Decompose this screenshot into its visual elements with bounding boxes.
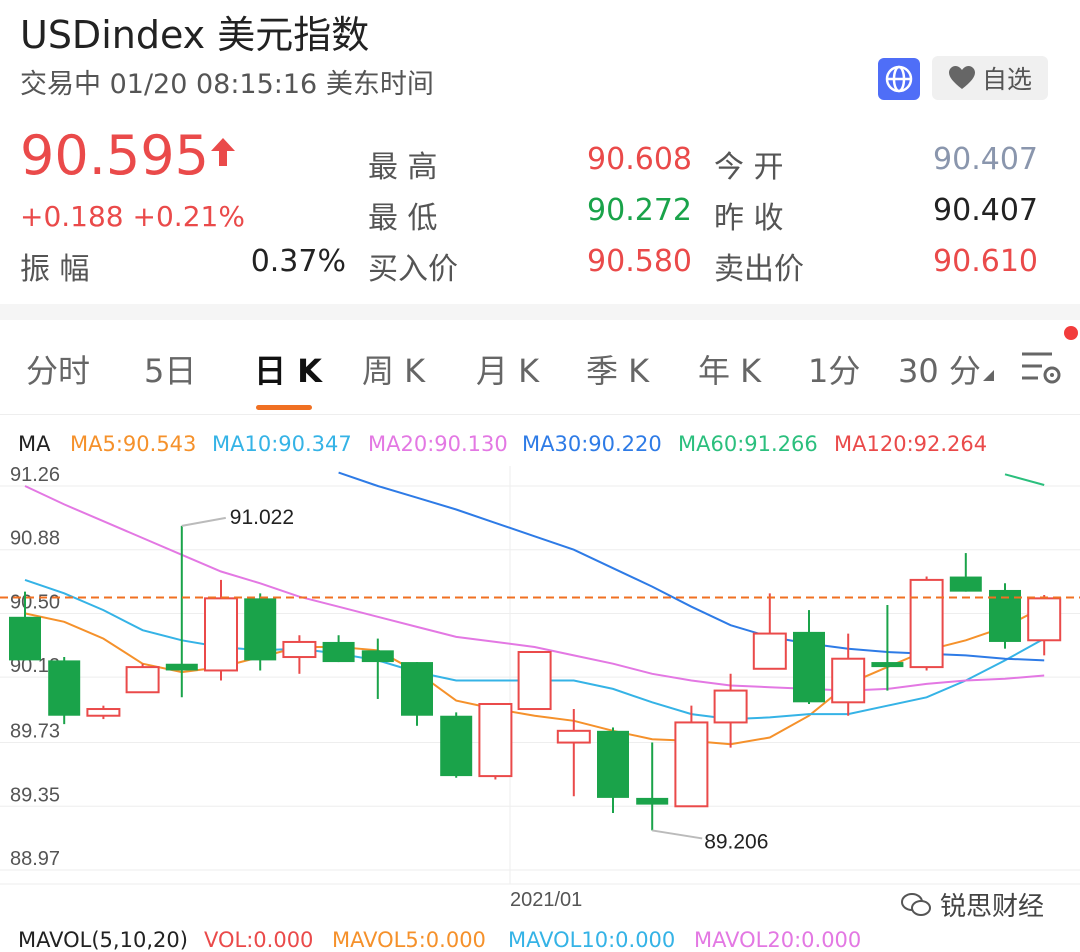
amplitude-label: 振 幅 xyxy=(20,252,90,287)
candle-body xyxy=(517,651,552,711)
candle-body xyxy=(48,660,81,716)
tab-5day[interactable]: 5日 xyxy=(144,346,196,392)
chart-settings-button[interactable] xyxy=(1018,348,1062,392)
watermark: 锐思财经 xyxy=(900,886,1044,923)
candle-body xyxy=(713,689,748,724)
candle-body xyxy=(909,578,944,669)
watermark-text: 锐思财经 xyxy=(940,892,1045,922)
high-label: 最 高 xyxy=(368,150,438,185)
open-label: 今 开 xyxy=(714,150,784,185)
globe-button[interactable] xyxy=(878,58,920,100)
settings-icon xyxy=(1022,352,1061,384)
low-label: 最 低 xyxy=(368,201,438,236)
bid-label: 买入价 xyxy=(368,252,458,287)
mavol10-legend: MAVOL10:0.000 xyxy=(508,928,676,952)
candle-body xyxy=(674,721,709,808)
add-favorite-button[interactable]: 自选 xyxy=(932,56,1048,100)
y-tick-label: 90.50 xyxy=(10,591,60,613)
mavol-legend-label: MAVOL(5,10,20) xyxy=(18,928,188,952)
heart-icon xyxy=(948,66,975,89)
tab-30min-label: 30 分 xyxy=(898,352,981,390)
candle-body xyxy=(556,729,591,744)
candle-body xyxy=(204,597,238,672)
ma60-legend: MA60:91.266 xyxy=(678,432,818,456)
tab-daily-k[interactable]: 日 K xyxy=(254,346,322,392)
globe-icon xyxy=(885,65,913,93)
candle-body xyxy=(1027,597,1062,642)
tab-monthly-k[interactable]: 月 K xyxy=(476,346,539,392)
arrow-up-icon xyxy=(210,138,235,166)
candle-body xyxy=(949,576,982,592)
candle-body xyxy=(9,616,41,661)
dropdown-triangle-icon xyxy=(982,370,994,381)
y-tick-label: 89.35 xyxy=(10,784,60,806)
y-tick-label: 90.88 xyxy=(10,528,60,550)
favorite-label: 自选 xyxy=(981,65,1032,94)
annotation-leader xyxy=(652,829,703,840)
price-change: +0.188 +0.21% xyxy=(20,200,245,233)
high-annotation: 91.022 xyxy=(230,506,294,529)
high-value: 90.608 xyxy=(587,142,692,177)
candle-body xyxy=(125,666,160,694)
ma5-legend: MA5:90.543 xyxy=(70,432,197,456)
ma20-legend: MA20:90.130 xyxy=(368,432,508,456)
candle-body xyxy=(752,632,787,670)
y-tick-label: 88.97 xyxy=(10,848,60,870)
active-tab-indicator xyxy=(256,405,312,410)
amplitude-value: 0.37% xyxy=(250,244,346,279)
current-price: 90.595 xyxy=(20,124,237,187)
candle-body xyxy=(597,730,629,798)
ma120-legend: MA120:92.264 xyxy=(834,432,988,456)
y-tick-label: 89.73 xyxy=(10,721,60,743)
ma10-legend: MA10:90.347 xyxy=(212,432,352,456)
candle-body xyxy=(831,657,866,704)
tab-30min[interactable]: 30 分 xyxy=(898,346,995,392)
mavol5-legend: MAVOL5:0.000 xyxy=(332,928,486,952)
prev-close-label: 昨 收 xyxy=(714,201,784,236)
candle-body xyxy=(361,650,394,663)
candle-body xyxy=(871,662,904,668)
candle-body xyxy=(165,663,198,671)
candle-body xyxy=(401,662,433,716)
tab-weekly-k[interactable]: 周 K xyxy=(362,346,425,392)
x-axis-label: 2021/01 xyxy=(510,889,582,906)
tab-1min[interactable]: 1分 xyxy=(808,346,860,392)
ask-value: 90.610 xyxy=(933,244,1038,279)
candlestick-chart[interactable]: 91.2690.8890.5090.1289.7389.3588.972021/… xyxy=(0,466,1080,906)
candle-body xyxy=(244,598,277,661)
candle-body xyxy=(86,708,121,717)
tab-divider xyxy=(0,414,1080,415)
annotation-leader xyxy=(181,516,226,527)
vol-legend: VOL:0.000 xyxy=(204,928,314,952)
section-divider xyxy=(0,304,1080,320)
candle-body xyxy=(793,631,825,703)
tab-intraday[interactable]: 分时 xyxy=(26,346,90,392)
candle-body xyxy=(440,715,473,777)
page-title: USDindex 美元指数 xyxy=(20,13,370,57)
mavol20-legend: MAVOL20:0.000 xyxy=(694,928,862,952)
trade-status: 交易中 01/20 08:15:16 美东时间 xyxy=(20,69,434,100)
wechat-icon xyxy=(901,892,931,916)
ask-label: 卖出价 xyxy=(714,252,804,287)
price-value: 90.595 xyxy=(20,124,209,187)
ma30-legend: MA30:90.220 xyxy=(522,432,662,456)
prev-close-value: 90.407 xyxy=(933,193,1038,228)
ma-legend-label: MA xyxy=(18,432,51,456)
y-tick-label: 91.26 xyxy=(10,466,60,486)
candle-body xyxy=(478,702,513,778)
bid-value: 90.580 xyxy=(587,244,692,279)
notification-dot xyxy=(1064,326,1078,340)
open-value: 90.407 xyxy=(933,142,1038,177)
tab-quarterly-k[interactable]: 季 K xyxy=(586,346,649,392)
candle-body xyxy=(282,640,317,659)
low-value: 90.272 xyxy=(587,193,692,228)
ma-line-ma60 xyxy=(1004,473,1045,486)
candle-body xyxy=(322,641,355,663)
candle-body xyxy=(636,797,669,805)
tab-yearly-k[interactable]: 年 K xyxy=(698,346,761,392)
low-annotation: 89.206 xyxy=(704,830,768,853)
